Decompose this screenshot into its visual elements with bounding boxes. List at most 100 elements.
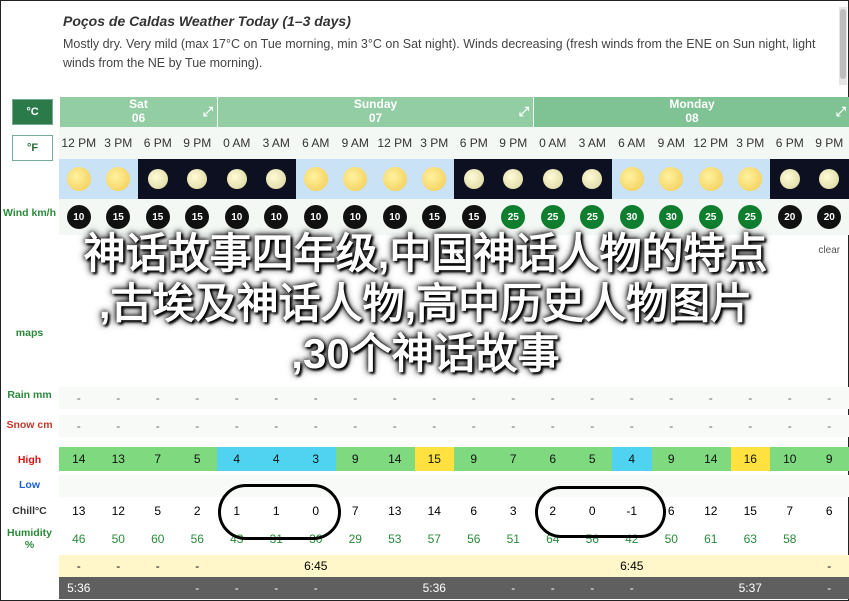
- sun-icon: [303, 167, 328, 191]
- time-cell-value: 0 AM: [223, 136, 251, 150]
- expand-icon[interactable]: ⤢: [203, 105, 213, 119]
- sunrise-cell: [336, 555, 376, 577]
- weather-icon: [454, 159, 494, 199]
- humidity-cell-value: 46: [72, 532, 86, 546]
- time-cell-value: 12 PM: [377, 136, 413, 150]
- sunset-cell-value: 5:36: [67, 581, 91, 595]
- weather-icon: [612, 159, 652, 199]
- high-cell: 4: [217, 447, 257, 471]
- rain-cell-value: -: [432, 391, 437, 405]
- scrollbar-thumb[interactable]: [840, 9, 846, 79]
- snow-cell: -: [770, 415, 810, 437]
- rain-cell: -: [651, 387, 691, 409]
- time-cell: 3 AM: [572, 127, 612, 159]
- sunset-cell-value: -: [550, 581, 555, 595]
- scrollbar[interactable]: [839, 7, 847, 85]
- wind-arrow-icon: 25: [540, 205, 565, 229]
- high-cell-value: 10: [783, 452, 797, 466]
- sun-icon: [659, 167, 684, 191]
- rain-cell: -: [691, 387, 731, 409]
- wind-arrow-icon: 15: [106, 205, 131, 229]
- snow-cell-value: -: [629, 419, 634, 433]
- time-cell-value: 0 AM: [539, 136, 567, 150]
- rain-cell: -: [454, 387, 494, 409]
- snow-cell-value: -: [669, 419, 674, 433]
- low-cell: [691, 475, 731, 497]
- day-date: 06: [131, 111, 146, 125]
- rain-label: Rain mm: [7, 389, 52, 401]
- rain-cell: -: [177, 387, 217, 409]
- sunset-row: 5:36 - - - - 5:36 - - - - 5:37 -: [59, 577, 849, 599]
- high-label: High: [17, 454, 42, 466]
- rain-cell: -: [612, 387, 652, 409]
- snow-cell-value: -: [392, 419, 397, 433]
- moon-icon: [226, 169, 247, 189]
- celsius-button[interactable]: °C: [12, 99, 53, 125]
- snow-cell: -: [809, 415, 849, 437]
- snow-cell: -: [730, 415, 770, 437]
- day-header-monday[interactable]: Monday 08 ⤢: [533, 97, 849, 127]
- sunrise-cell-value: -: [116, 559, 121, 573]
- sunrise-cell: [257, 555, 297, 577]
- forecast-header: Poços de Caldas Weather Today (1–3 days)…: [63, 13, 833, 73]
- high-cell-value: 5: [588, 452, 596, 466]
- overlay-text: 神话故事四年级,中国神话人物的特点 ,古埃及神话人物,高中历史人物图片 ,30个…: [1, 229, 849, 379]
- low-cell: [730, 475, 770, 497]
- rain-cell-value: -: [550, 391, 555, 405]
- humidity-cell: 29: [336, 527, 376, 551]
- sunset-cell-value: -: [313, 581, 318, 595]
- time-cell-value: 6 PM: [775, 136, 804, 150]
- low-cell: [375, 475, 415, 497]
- chill-cell-value: 6: [667, 504, 675, 518]
- forecast-summary: Mostly dry. Very mild (max 17°C on Tue m…: [63, 37, 816, 70]
- rain-cell-value: -: [195, 391, 200, 405]
- sunset-cell: [691, 577, 731, 599]
- high-cell-value: 9: [351, 452, 359, 466]
- sunrise-cell: 6:45: [612, 555, 652, 577]
- sunrise-cell-value: 6:45: [304, 559, 328, 573]
- sunset-cell: -: [612, 577, 652, 599]
- wind-arrow-icon: 10: [224, 205, 249, 229]
- high-cell-value: 3: [312, 452, 320, 466]
- humidity-label: Humidity %: [7, 527, 52, 551]
- fahrenheit-button[interactable]: °F: [12, 135, 53, 161]
- annotation-oval: [218, 484, 341, 540]
- high-cell-value: 16: [743, 452, 757, 466]
- annotation-oval: [535, 486, 666, 538]
- humidity-cell: 57: [415, 527, 455, 551]
- overlay-line-2: ,古埃及神话人物,高中历史人物图片: [98, 280, 753, 327]
- moon-icon: [187, 169, 208, 189]
- high-cell: 14: [59, 447, 99, 471]
- day-header-sunday[interactable]: Sunday 07 ⤢: [217, 97, 533, 127]
- sunrise-cell-value: -: [155, 559, 160, 573]
- chill-row: 13 12 5 2 1 1 0 7 13 14 6 3 2 0 -1 6 12 15 7 6: [59, 499, 849, 523]
- wind-arrow-icon: 10: [303, 205, 328, 229]
- humidity-cell-value: 50: [664, 532, 678, 546]
- sunset-cell: [99, 577, 139, 599]
- sun-icon: [698, 167, 723, 191]
- high-cell: 9: [454, 447, 494, 471]
- humidity-cell-value: 50: [111, 532, 125, 546]
- time-cell: 12 PM: [375, 127, 415, 159]
- high-cell-value: 9: [825, 452, 833, 466]
- rain-cell: -: [59, 387, 99, 409]
- snow-cell: -: [256, 415, 296, 437]
- time-cell-value: 3 PM: [420, 136, 449, 150]
- chill-cell-value: 13: [388, 504, 402, 518]
- weather-icon: [98, 159, 138, 199]
- expand-icon[interactable]: ⤢: [519, 105, 529, 119]
- weather-icon: [414, 159, 454, 199]
- time-cell: 9 PM: [177, 127, 217, 159]
- expand-icon[interactable]: ⤢: [836, 105, 846, 119]
- snow-cell: -: [98, 415, 138, 437]
- day-header-sat[interactable]: Sat 06 ⤢: [59, 97, 217, 127]
- time-cell: 6 PM: [454, 127, 494, 159]
- wind-arrow-icon: 10: [66, 205, 91, 229]
- sunset-cell: -: [178, 577, 218, 599]
- moon-icon: [147, 169, 168, 189]
- sunset-cell: 5:37: [731, 577, 771, 599]
- rain-cell-value: -: [471, 391, 476, 405]
- humidity-cell-value: 29: [348, 532, 362, 546]
- high-cell: 15: [414, 447, 454, 471]
- sunset-cell-value: -: [511, 581, 516, 595]
